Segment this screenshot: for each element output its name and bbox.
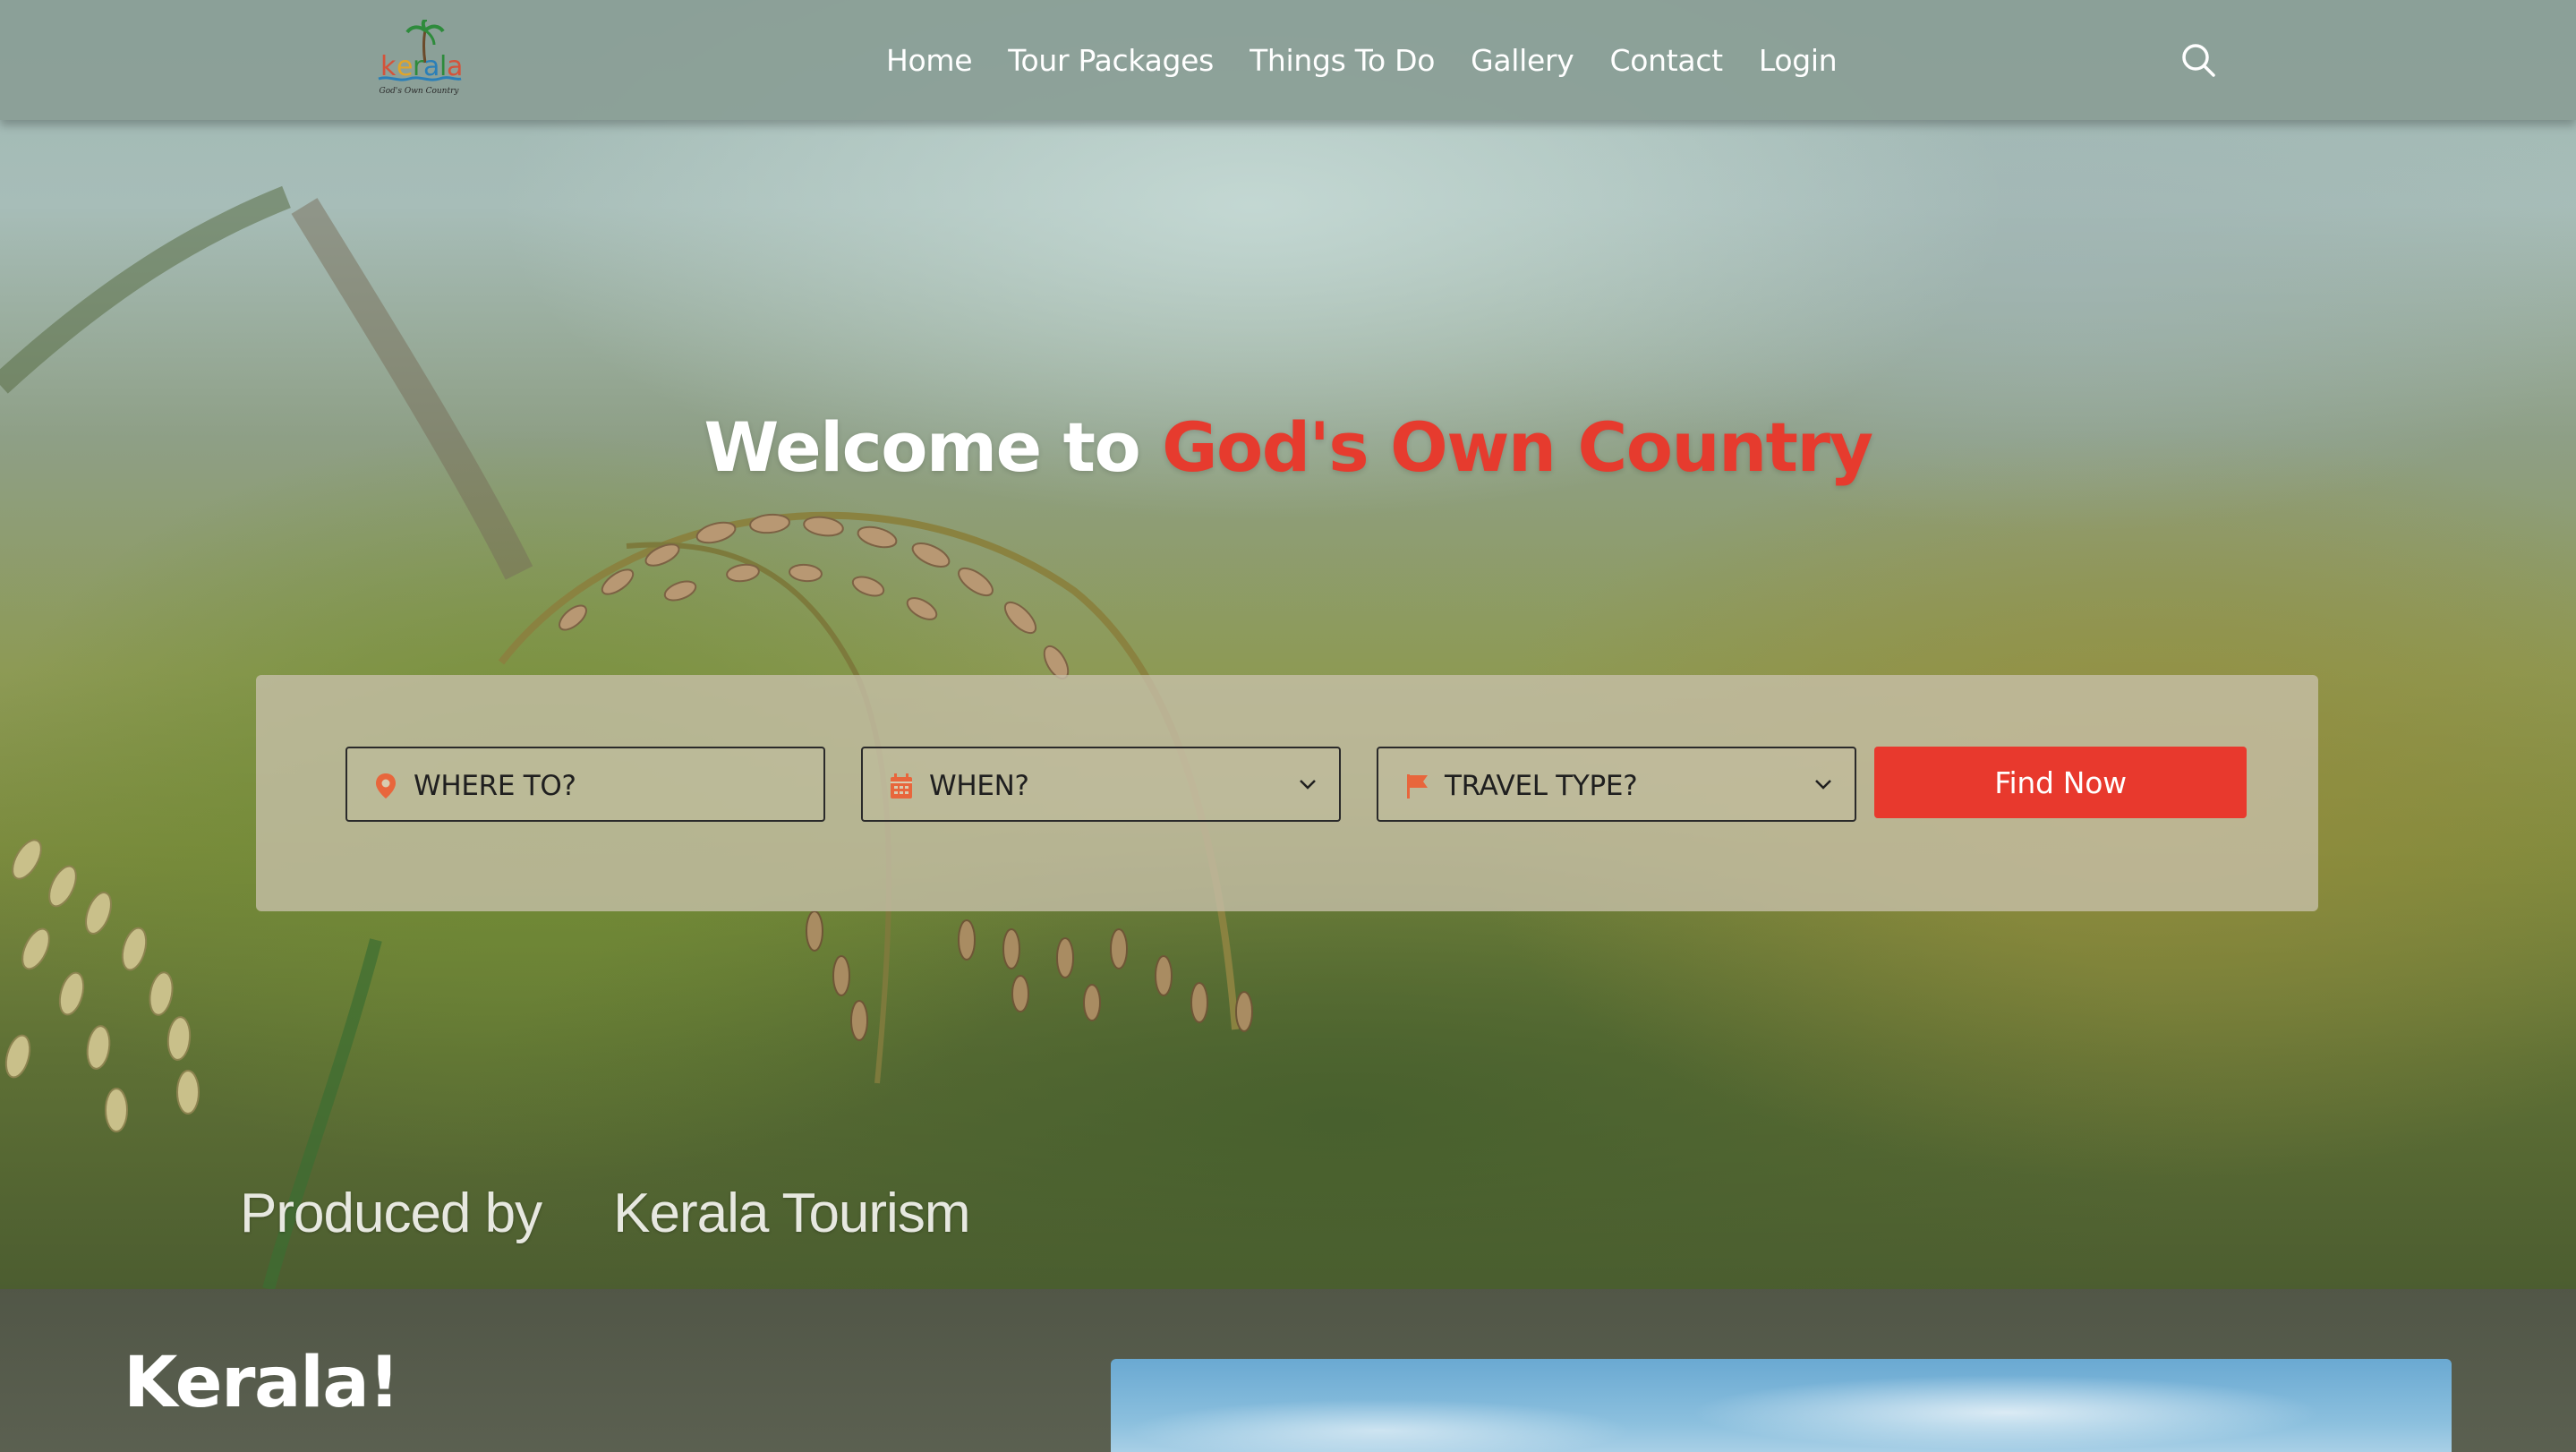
travel-type-select[interactable]: TRAVEL TYPE?	[1377, 747, 1856, 822]
svg-text:a: a	[423, 51, 439, 82]
hero-background: Produced by Kerala Tourism	[0, 0, 2576, 1289]
calendar-icon	[891, 773, 912, 799]
credit-producer-label: Produced by	[240, 1183, 542, 1244]
main-menu: Home Tour Packages Things To Do Gallery …	[886, 0, 1838, 120]
nav-login[interactable]: Login	[1759, 43, 1838, 78]
chevron-down-icon	[1300, 780, 1316, 790]
credit-producer-name: Kerala Tourism	[613, 1183, 970, 1244]
video-credit: Produced by Kerala Tourism	[240, 1182, 970, 1245]
nav-tour-packages[interactable]: Tour Packages	[1008, 43, 1214, 78]
search-button[interactable]	[2179, 41, 2217, 79]
svg-text:God's Own Country: God's Own Country	[380, 87, 460, 96]
search-icon	[2182, 44, 2215, 77]
travel-type-label: TRAVEL TYPE?	[1445, 770, 1638, 802]
headline-prefix: Welcome to	[704, 407, 1163, 487]
nav-gallery[interactable]: Gallery	[1471, 43, 1574, 78]
kerala-landscape-image	[1111, 1359, 2452, 1452]
hero-headline: Welcome to God's Own Country	[0, 407, 2576, 487]
chevron-down-icon	[1815, 780, 1831, 790]
map-pin-icon	[376, 773, 396, 799]
when-label: WHEN?	[929, 770, 1029, 802]
top-navbar: k e r a l a God's Own Country Home Tour …	[0, 0, 2576, 120]
nav-contact[interactable]: Contact	[1610, 43, 1724, 78]
flag-icon	[1407, 774, 1428, 799]
kerala-logo[interactable]: k e r a l a God's Own Country	[371, 18, 466, 97]
headline-accent: God's Own Country	[1162, 407, 1873, 487]
trip-search-panel: WHERE TO? WHEN? TRAVEL TYPE? Find Now	[256, 675, 2318, 911]
kerala-intro-section: Kerala!	[0, 1289, 2576, 1452]
rice-stalks-illustration	[0, 185, 1253, 1289]
nav-things-to-do[interactable]: Things To Do	[1250, 43, 1435, 78]
where-to-input[interactable]: WHERE TO?	[345, 747, 825, 822]
when-select[interactable]: WHEN?	[861, 747, 1341, 822]
nav-home[interactable]: Home	[886, 43, 973, 78]
section-title: Kerala!	[124, 1343, 400, 1423]
where-to-label: WHERE TO?	[414, 770, 576, 802]
kerala-logo-mark: k e r a l a God's Own Country	[378, 18, 463, 96]
find-now-button[interactable]: Find Now	[1874, 747, 2247, 818]
